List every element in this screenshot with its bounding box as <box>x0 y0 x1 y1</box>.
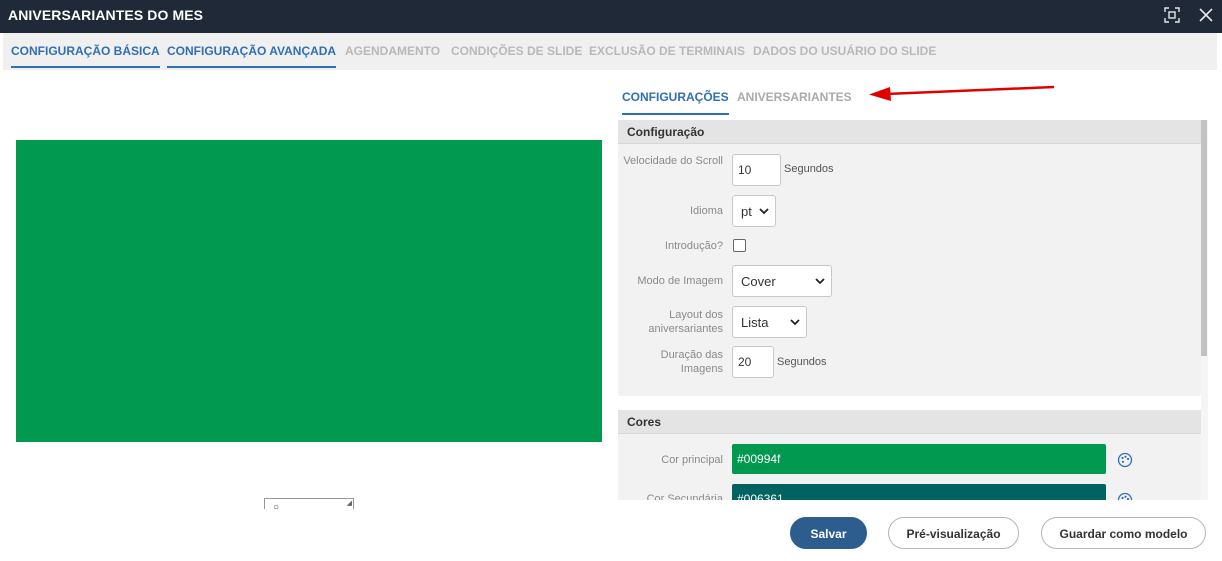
main-tab-bar: CONFIGURAÇÃO BÁSICA CONFIGURAÇÃO AVANÇAD… <box>3 33 1217 70</box>
image-mode-label: Modo de Imagem <box>637 275 723 287</box>
slide-preview <box>16 140 602 442</box>
subtab-aniversariantes[interactable]: ANIVERSARIANTES <box>737 90 852 104</box>
subtab-label: ANIVERSARIANTES <box>737 90 852 104</box>
chevron-down-icon <box>759 208 769 215</box>
preview-control-glyph: ○ <box>273 502 280 510</box>
image-duration-label: Duração das Imagens <box>660 349 723 375</box>
colors-section-title: Cores <box>618 410 1201 434</box>
layout-value: Lista <box>741 315 769 330</box>
settings-panel[interactable]: Configuração Velocidade do Scroll 10 Seg… <box>618 120 1208 500</box>
chevron-down-icon <box>815 278 825 285</box>
resize-grip-icon[interactable]: ◢ <box>347 499 352 507</box>
primary-color-input[interactable]: #00994f <box>732 444 1106 474</box>
language-select[interactable]: pt <box>732 195 776 227</box>
tab-label: DADOS DO USUÁRIO DO SLIDE <box>753 44 937 58</box>
subtab-configuracoes[interactable]: CONFIGURAÇÕES <box>622 90 729 115</box>
tab-dados-do-usuario[interactable]: DADOS DO USUÁRIO DO SLIDE <box>753 44 936 58</box>
tab-label: CONFIGURAÇÃO BÁSICA <box>11 44 160 58</box>
tab-condicoes-de-slide[interactable]: CONDIÇÕES DE SLIDE <box>451 44 582 58</box>
scroll-speed-unit: Segundos <box>784 163 834 175</box>
scroll-speed-label: Velocidade do Scroll <box>623 155 723 167</box>
secondary-color-label: Cor Secundária <box>646 493 723 500</box>
intro-label: Introdução? <box>664 240 723 252</box>
tab-agendamento[interactable]: AGENDAMENTO <box>345 44 440 58</box>
layout-label: Layout dos aniversariantes <box>648 309 723 335</box>
image-mode-select[interactable]: Cover <box>732 265 832 297</box>
maximize-icon[interactable] <box>1163 6 1181 24</box>
tab-label: CONDIÇÕES DE SLIDE <box>451 44 583 58</box>
image-duration-input[interactable]: 20 <box>732 346 774 378</box>
tab-configuracao-avancada[interactable]: CONFIGURAÇÃO AVANÇADA <box>167 44 337 68</box>
tab-configuracao-basica[interactable]: CONFIGURAÇÃO BÁSICA <box>11 44 160 68</box>
config-section-title: Configuração <box>618 120 1201 144</box>
scrollbar-thumb[interactable] <box>1201 120 1207 356</box>
palette-icon[interactable] <box>1117 492 1133 500</box>
language-value: pt <box>741 204 752 219</box>
layout-select[interactable]: Lista <box>732 306 807 338</box>
language-label: Idioma <box>689 205 723 217</box>
window-titlebar: ANIVERSARIANTES DO MES <box>0 0 1222 33</box>
image-duration-unit: Segundos <box>777 356 827 368</box>
primary-color-label: Cor principal <box>661 454 723 466</box>
close-icon[interactable] <box>1196 5 1216 25</box>
intro-checkbox[interactable] <box>733 239 746 252</box>
save-button[interactable]: Salvar <box>790 517 867 549</box>
palette-icon[interactable] <box>1117 452 1133 468</box>
subtab-label: CONFIGURAÇÕES <box>622 90 729 104</box>
save-template-button[interactable]: Guardar como modelo <box>1041 517 1206 549</box>
scroll-speed-input[interactable]: 10 <box>732 154 781 186</box>
tab-label: CONFIGURAÇÃO AVANÇADA <box>167 44 337 58</box>
tab-exclusao-de-terminais[interactable]: EXCLUSÃO DE TERMINAIS <box>589 44 745 58</box>
chevron-down-icon <box>790 319 800 326</box>
window-title: ANIVERSARIANTES DO MES <box>8 7 204 23</box>
colors-section: Cores Cor principal #00994f Cor Secundár… <box>618 410 1201 500</box>
tab-label: EXCLUSÃO DE TERMINAIS <box>589 44 746 58</box>
secondary-color-input[interactable]: #006361 <box>732 484 1106 500</box>
preview-button[interactable]: Pré-visualização <box>888 517 1019 549</box>
annotation-arrow-icon <box>869 85 1055 101</box>
image-mode-value: Cover <box>741 274 776 289</box>
config-section: Configuração Velocidade do Scroll 10 Seg… <box>618 120 1201 396</box>
tab-label: AGENDAMENTO <box>345 44 441 58</box>
preview-resize-control[interactable]: ○ ◢ <box>264 498 354 509</box>
